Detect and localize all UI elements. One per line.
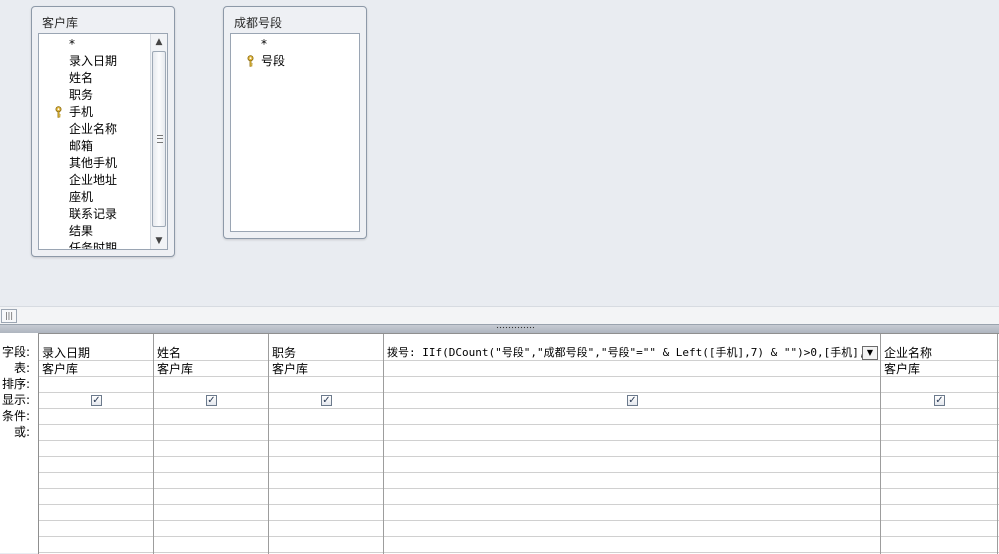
- field-name: *: [69, 37, 75, 51]
- field-item[interactable]: 座机: [39, 189, 167, 206]
- field-item[interactable]: 录入日期: [39, 53, 167, 70]
- field-cell[interactable]: 职务: [269, 345, 383, 361]
- table-design-pane[interactable]: 客户库 * 录入日期姓名职务手机企业名称邮箱其他手机企业地址座机联系记录结果任务时…: [0, 0, 999, 306]
- show-checkbox[interactable]: ✓: [206, 395, 217, 406]
- row-label: 表:: [13, 361, 30, 375]
- row-label: 字段:: [1, 345, 30, 359]
- field-item[interactable]: 任务时期: [39, 240, 167, 250]
- row-label: 排序:: [1, 377, 30, 391]
- row-label: 显示:: [1, 393, 30, 407]
- field-item[interactable]: 其他手机: [39, 155, 167, 172]
- sort-cell[interactable]: [154, 377, 268, 393]
- field-cell[interactable]: 企业名称: [881, 345, 997, 361]
- field-item[interactable]: 企业名称: [39, 121, 167, 138]
- field-cell[interactable]: 拨号: IIf(DCount("号段","成都号段","号段"="" & Lef…: [384, 345, 862, 361]
- field-list-title[interactable]: 成都号段: [234, 14, 282, 31]
- field-item[interactable]: 联系记录: [39, 206, 167, 223]
- field-name: 企业名称: [69, 122, 118, 136]
- sort-cell[interactable]: [881, 377, 997, 393]
- grid-cells[interactable]: 录入日期 客户库 ✓ 姓名 客户库 ✓ 职务 客户库 ✓ 拨号: IIf(DCount("号段",…: [38, 333, 999, 554]
- field-cell[interactable]: 录入日期: [39, 345, 153, 361]
- grid-column[interactable]: 职务 客户库 ✓: [269, 334, 384, 554]
- grid-column[interactable]: 姓名 客户库 ✓: [154, 334, 269, 554]
- field-item[interactable]: *: [39, 36, 167, 53]
- show-checkbox[interactable]: ✓: [627, 395, 638, 406]
- show-checkbox[interactable]: ✓: [91, 395, 102, 406]
- field-item[interactable]: 结果: [39, 223, 167, 240]
- field-name: 企业地址: [69, 173, 118, 187]
- table-cell[interactable]: 客户库: [881, 361, 997, 377]
- field-item[interactable]: 姓名: [39, 70, 167, 87]
- sort-cell[interactable]: [39, 377, 153, 393]
- table-cell[interactable]: [384, 361, 880, 377]
- query-design-grid[interactable]: 字段: 表: 排序: 显示: 条件: 或: 录入日期 客户库 ✓ 姓名 客户库 ✓ 职务 客户库 ✓ 拨号:…: [0, 333, 999, 554]
- grid-column[interactable]: 拨号: IIf(DCount("号段","成都号段","号段"="" & Lef…: [384, 334, 881, 554]
- field-name: *: [261, 37, 267, 51]
- field-name: 录入日期: [69, 54, 118, 68]
- scroll-grip-icon[interactable]: |||: [1, 309, 17, 323]
- field-name: 姓名: [69, 71, 94, 85]
- grid-column[interactable]: 企业名称 客户库 ✓: [881, 334, 998, 554]
- field-item[interactable]: 企业地址: [39, 172, 167, 189]
- primary-key-icon: [54, 106, 63, 118]
- primary-key-icon: [246, 55, 255, 67]
- show-checkbox[interactable]: ✓: [321, 395, 332, 406]
- table-cell[interactable]: 客户库: [154, 361, 268, 377]
- field-item[interactable]: *: [231, 36, 359, 53]
- horizontal-scrollbar[interactable]: |||: [0, 306, 999, 325]
- field-name: 座机: [69, 190, 94, 204]
- field-name: 邮箱: [69, 139, 94, 153]
- field-item[interactable]: 手机: [39, 104, 167, 121]
- row-label: 或:: [13, 425, 30, 439]
- field-name: 任务时期: [69, 241, 118, 250]
- field-cell[interactable]: 姓名: [154, 345, 268, 361]
- grip-icon: [157, 135, 163, 143]
- field-name: 号段: [261, 54, 286, 68]
- scroll-down-icon[interactable]: ▼: [151, 233, 167, 249]
- field-list[interactable]: * 录入日期姓名职务手机企业名称邮箱其他手机企业地址座机联系记录结果任务时期: [39, 34, 167, 250]
- grid-column[interactable]: 录入日期 客户库 ✓: [39, 334, 154, 554]
- field-item[interactable]: 号段: [231, 53, 359, 70]
- field-item[interactable]: 职务: [39, 87, 167, 104]
- field-name: 联系记录: [69, 207, 118, 221]
- field-list-body[interactable]: * 号段: [230, 33, 360, 232]
- field-name: 结果: [69, 224, 94, 238]
- row-label: 条件:: [1, 409, 30, 423]
- scroll-thumb[interactable]: [152, 51, 166, 227]
- field-list-customer[interactable]: 客户库 * 录入日期姓名职务手机企业名称邮箱其他手机企业地址座机联系记录结果任务时…: [31, 6, 175, 257]
- scroll-up-icon[interactable]: ▲: [151, 34, 167, 50]
- sort-cell[interactable]: [384, 377, 880, 393]
- field-list[interactable]: * 号段: [231, 34, 359, 70]
- field-name: 手机: [69, 105, 94, 119]
- row-labels: 字段: 表: 排序: 显示: 条件: 或:: [0, 333, 38, 553]
- field-list-title[interactable]: 客户库: [42, 14, 78, 31]
- splitter-grip-icon: [496, 326, 534, 330]
- field-name: 职务: [69, 88, 94, 102]
- field-list-chengdu[interactable]: 成都号段 * 号段: [223, 6, 367, 239]
- table-cell[interactable]: 客户库: [269, 361, 383, 377]
- field-item[interactable]: 邮箱: [39, 138, 167, 155]
- table-cell[interactable]: 客户库: [39, 361, 153, 377]
- show-checkbox[interactable]: ✓: [934, 395, 945, 406]
- field-list-body[interactable]: * 录入日期姓名职务手机企业名称邮箱其他手机企业地址座机联系记录结果任务时期 ▲ …: [38, 33, 168, 250]
- field-name: 其他手机: [69, 156, 118, 170]
- vertical-scrollbar[interactable]: ▲ ▼: [150, 34, 167, 249]
- dropdown-arrow-icon[interactable]: ▼: [862, 346, 878, 360]
- sort-cell[interactable]: [269, 377, 383, 393]
